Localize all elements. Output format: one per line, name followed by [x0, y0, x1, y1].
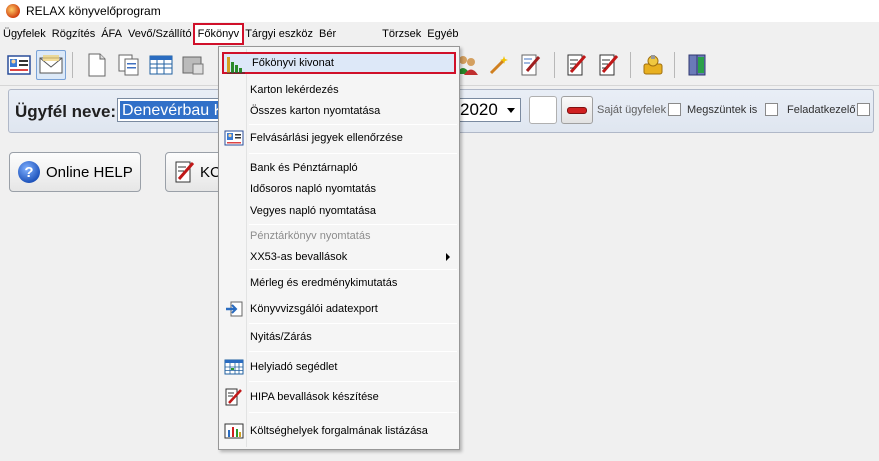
menu-torzsek[interactable]: Törzsek — [379, 25, 424, 43]
client-name-combobox[interactable]: Denevérbau Kft — [117, 98, 221, 122]
online-help-button[interactable]: ? Online HELP — [9, 152, 141, 192]
window-title: RELAX könyvelőprogram — [26, 4, 161, 18]
menu-item-label: Karton lekérdezés — [250, 84, 339, 96]
menu-bar: Ügyfelek Rögzítés ÁFA Vevő/Szállító Főkö… — [0, 23, 879, 45]
menu-item-label: Helyiadó segédlet — [250, 361, 338, 373]
online-help-label: Online HELP — [46, 163, 133, 181]
menu-item-label: Költséghelyek forgalmának listázása — [250, 425, 428, 437]
toolbar-divider — [674, 52, 675, 78]
menu-item-label: Könyvvizsgálói adatexport — [250, 303, 378, 315]
menu-rogzites[interactable]: Rögzítés — [49, 25, 98, 43]
client-card-icon[interactable] — [4, 50, 34, 80]
menu-separator — [249, 124, 457, 125]
menu-item-label: Bank és Pénztárnapló — [250, 162, 358, 174]
form-edit-icon — [224, 388, 244, 406]
form-edit-icon[interactable] — [594, 50, 624, 80]
toolbar-divider — [72, 52, 73, 78]
menu-item-vegyes-naplo[interactable]: Vegyes napló nyomtatása — [222, 200, 456, 222]
client-name-value: Denevérbau Kft — [120, 101, 220, 119]
terminated-checkbox[interactable] — [765, 103, 778, 116]
form-edit-icon[interactable] — [562, 50, 592, 80]
bar-chart-icon — [224, 422, 244, 440]
edit-document-icon[interactable] — [516, 50, 546, 80]
menu-item-label: Vegyes napló nyomtatása — [250, 205, 376, 217]
form-edit-icon — [174, 160, 196, 184]
menu-item-label: Mérleg és eredménykimutatás — [250, 277, 398, 289]
menu-item-label: Nyitás/Zárás — [250, 331, 312, 343]
settings-gear-icon[interactable] — [638, 50, 668, 80]
spreadsheet-icon[interactable] — [146, 50, 176, 80]
menu-item-bank-penztarnaplo[interactable]: Bank és Pénztárnapló — [222, 157, 456, 179]
title-bar: RELAX könyvelőprogram — [0, 0, 879, 22]
menu-separator — [249, 269, 457, 270]
toolbar-divider — [554, 52, 555, 78]
blank-button[interactable] — [529, 96, 557, 124]
menu-separator — [249, 153, 457, 154]
menu-item-label: HIPA bevallások készítése — [250, 391, 379, 403]
minus-icon — [567, 106, 587, 114]
own-clients-checkbox[interactable] — [668, 103, 681, 116]
menu-item-fokonyvi-kivonat[interactable]: Főkönyvi kivonat — [222, 52, 456, 74]
menu-item-penztarkonyv: Pénztárkönyv nyomtatás — [222, 225, 456, 247]
fokonyv-dropdown-menu: Főkönyvi kivonat Karton lekérdezés Össze… — [218, 46, 460, 450]
year-value: 2020 — [460, 100, 498, 119]
menu-item-koltseghelyek[interactable]: Költséghelyek forgalmának listázása — [222, 420, 456, 442]
magic-wand-icon[interactable] — [484, 50, 514, 80]
menu-fokonyv[interactable]: Főkönyv — [192, 23, 245, 45]
menu-separator — [249, 381, 457, 382]
menu-item-hipa-bevallasok[interactable]: HIPA bevallások készítése — [222, 386, 456, 408]
menu-targyi-eszkoz[interactable]: Tárgyi eszköz — [242, 25, 316, 43]
calendar-grid-icon — [224, 358, 244, 376]
menu-item-label: Felvásárlási jegyek ellenőrzése — [250, 132, 403, 144]
menu-separator — [249, 351, 457, 352]
menu-item-xx53-bevallasok[interactable]: XX53-as bevallások — [222, 246, 456, 268]
menu-separator — [249, 323, 457, 324]
toolbar-divider — [630, 52, 631, 78]
menu-egyeb[interactable]: Egyéb — [424, 25, 461, 43]
menu-item-idosoros-naplo[interactable]: Idősoros napló nyomtatás — [222, 178, 456, 200]
stamp-icon[interactable] — [178, 50, 208, 80]
menu-vevo-szallito[interactable]: Vevő/Szállító — [125, 25, 195, 43]
id-card-icon — [224, 129, 244, 147]
menu-ber[interactable]: Bér — [316, 25, 339, 43]
menu-ugyfelek[interactable]: Ügyfelek — [0, 25, 49, 43]
menu-separator — [249, 412, 457, 413]
menu-item-karton-lekerdezes[interactable]: Karton lekérdezés — [222, 79, 456, 101]
mail-icon[interactable] — [36, 50, 66, 80]
menu-item-osszes-karton[interactable]: Összes karton nyomtatása — [222, 100, 456, 122]
client-name-label: Ügyfél neve: — [15, 102, 117, 121]
menu-item-helyiado-segedlet[interactable]: Helyiadó segédlet — [222, 356, 456, 378]
own-clients-label: Saját ügyfelek — [597, 104, 667, 116]
menu-afa[interactable]: ÁFA — [98, 25, 125, 43]
menu-item-felvasarlasi-jegyek[interactable]: Felvásárlási jegyek ellenőrzése — [222, 127, 456, 149]
menu-item-nyitas-zaras[interactable]: Nyitás/Zárás — [222, 326, 456, 348]
remove-button[interactable] — [561, 96, 593, 124]
task-manager-label: Feladatkezelő — [787, 104, 856, 116]
terminated-label: Megszüntek is — [687, 104, 758, 116]
export-icon — [224, 300, 244, 318]
submenu-arrow-icon — [446, 253, 450, 261]
menu-item-label: Főkönyvi kivonat — [252, 57, 334, 69]
menu-item-konyvvizsgaloi-export[interactable]: Könyvvizsgálói adatexport — [222, 298, 456, 320]
ledger-chart-icon — [226, 56, 246, 74]
menu-item-label: XX53-as bevallások — [250, 251, 348, 263]
help-icon: ? — [18, 161, 40, 183]
task-manager-checkbox[interactable] — [857, 103, 870, 116]
app-logo-icon — [6, 4, 20, 18]
menu-item-label: Összes karton nyomtatása — [250, 105, 381, 117]
menu-item-label: Pénztárkönyv nyomtatás — [250, 230, 371, 242]
chevron-down-icon — [507, 108, 515, 113]
menu-item-merleg[interactable]: Mérleg és eredménykimutatás — [222, 272, 456, 294]
exit-door-icon[interactable] — [682, 50, 712, 80]
new-document-icon[interactable] — [82, 50, 112, 80]
copy-documents-icon[interactable] — [114, 50, 144, 80]
menu-item-label: Idősoros napló nyomtatás — [250, 183, 376, 195]
